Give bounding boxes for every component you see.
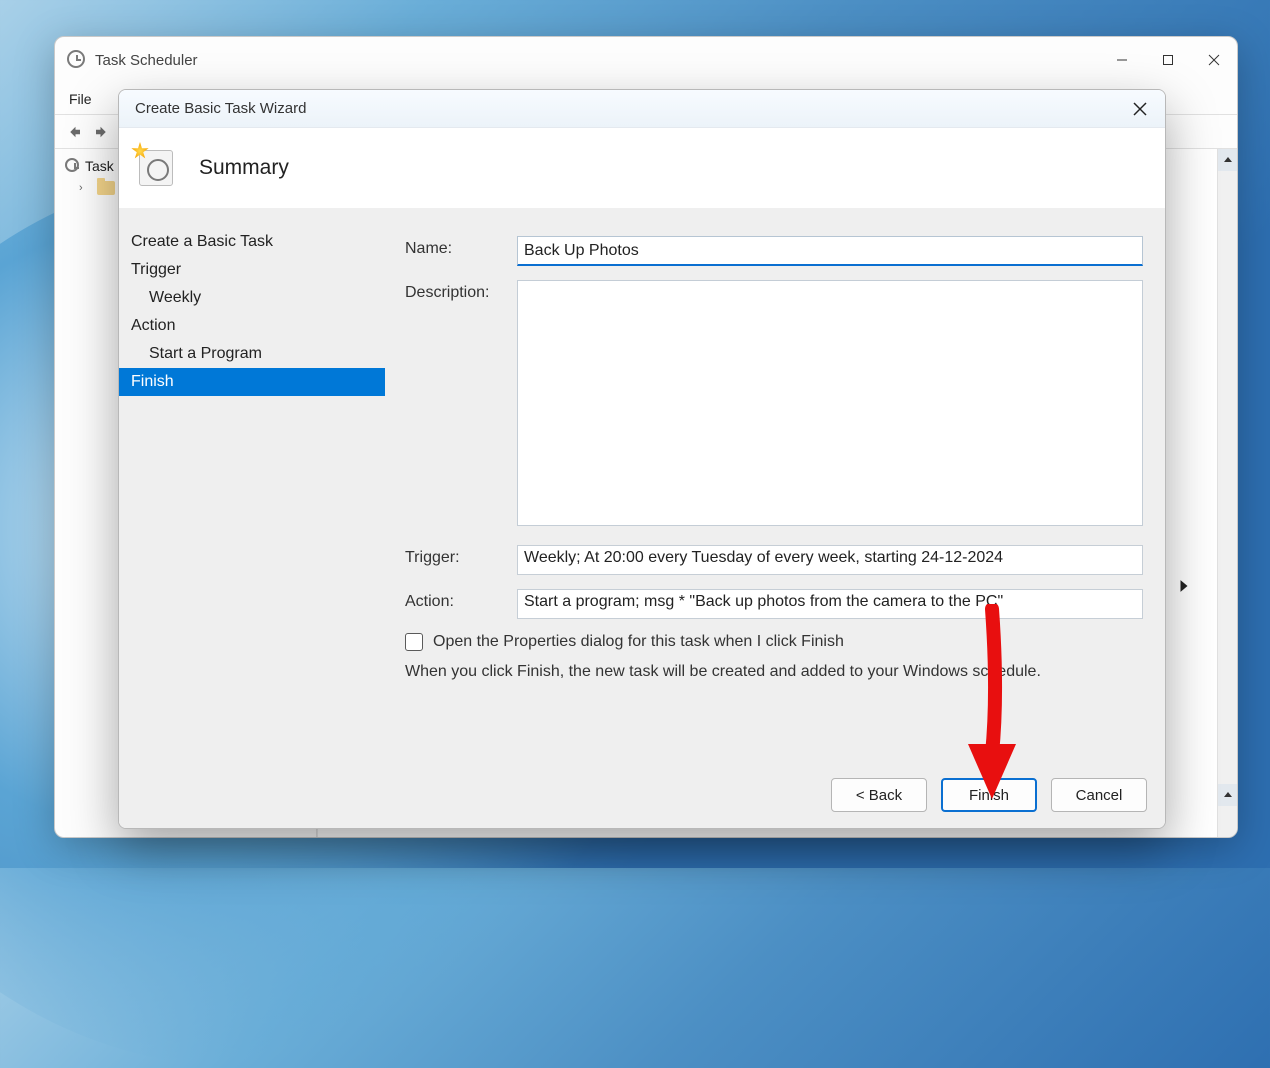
parent-title: Task Scheduler (95, 52, 198, 69)
open-properties-label: Open the Properties dialog for this task… (433, 633, 844, 651)
step-action[interactable]: Action (119, 312, 385, 340)
finish-button[interactable]: Finish (941, 778, 1037, 812)
window-controls (1099, 37, 1237, 83)
menu-file[interactable]: File (69, 91, 92, 107)
label-action: Action: (405, 589, 517, 619)
label-description: Description: (405, 280, 517, 531)
wizard-header-title: Summary (199, 156, 289, 180)
wizard-steps: Create a Basic Task Trigger Weekly Actio… (119, 208, 385, 762)
chevron-right-icon[interactable]: › (79, 182, 91, 194)
actions-scrollbar[interactable] (1217, 149, 1237, 837)
wizard-titlebar: Create Basic Task Wizard (119, 90, 1165, 128)
back-button[interactable]: < Back (831, 778, 927, 812)
scroll-up-icon[interactable] (1218, 149, 1237, 171)
parent-titlebar: Task Scheduler (55, 37, 1237, 83)
wizard-buttons: < Back Finish Cancel (119, 762, 1165, 828)
clock-icon (65, 158, 79, 175)
step-action-start-program[interactable]: Start a Program (119, 340, 385, 368)
description-input[interactable] (517, 280, 1143, 526)
open-properties-row[interactable]: Open the Properties dialog for this task… (405, 633, 1143, 651)
nav-forward-button[interactable] (89, 119, 115, 145)
wizard-title-text: Create Basic Task Wizard (135, 100, 306, 117)
close-button[interactable] (1191, 37, 1237, 83)
create-basic-task-wizard: Create Basic Task Wizard Summary Create … (118, 89, 1166, 829)
nav-back-button[interactable] (61, 119, 87, 145)
wizard-header: Summary (119, 128, 1165, 208)
wizard-header-icon (133, 146, 177, 190)
step-trigger-weekly[interactable]: Weekly (119, 284, 385, 312)
wizard-body: Create a Basic Task Trigger Weekly Actio… (119, 208, 1165, 762)
tree-root-label: Task (85, 158, 114, 174)
wizard-close-button[interactable] (1125, 94, 1155, 124)
expand-chevron-icon[interactable] (1177, 579, 1191, 598)
minimize-button[interactable] (1099, 37, 1145, 83)
folder-icon (97, 181, 115, 195)
label-name: Name: (405, 236, 517, 266)
finish-hint: When you click Finish, the new task will… (405, 663, 1143, 681)
step-finish[interactable]: Finish (119, 368, 385, 396)
open-properties-checkbox[interactable] (405, 633, 423, 651)
label-trigger: Trigger: (405, 545, 517, 575)
maximize-button[interactable] (1145, 37, 1191, 83)
scroll-up-icon-2[interactable] (1218, 784, 1237, 806)
cancel-button[interactable]: Cancel (1051, 778, 1147, 812)
name-input[interactable] (517, 236, 1143, 266)
wizard-form: Name: Description: Trigger: Weekly; At 2… (385, 208, 1165, 762)
scroll-track[interactable] (1218, 171, 1237, 784)
step-trigger[interactable]: Trigger (119, 256, 385, 284)
trigger-value: Weekly; At 20:00 every Tuesday of every … (517, 545, 1143, 575)
clock-icon (67, 50, 87, 70)
action-value: Start a program; msg * "Back up photos f… (517, 589, 1143, 619)
step-create-basic[interactable]: Create a Basic Task (119, 228, 385, 256)
